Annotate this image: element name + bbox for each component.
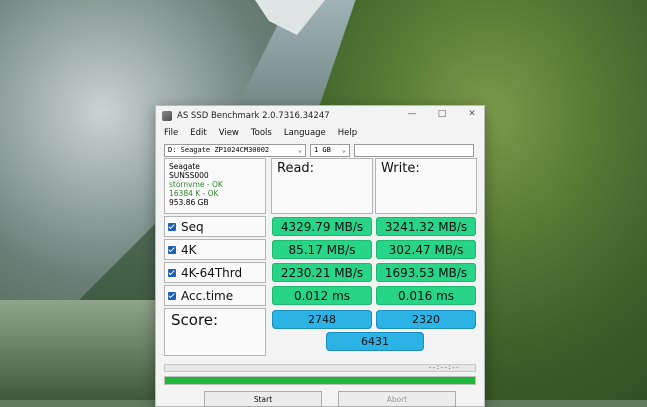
checkbox-checked-icon[interactable]: [168, 268, 176, 277]
test-label-cell[interactable]: Acc.time: [164, 285, 266, 306]
menu-file[interactable]: File: [164, 128, 178, 138]
drive-vendor: Seagate: [169, 162, 200, 171]
test-label-cell[interactable]: Seq: [164, 216, 266, 237]
menu-view[interactable]: View: [219, 128, 239, 138]
abort-button[interactable]: Abort: [338, 391, 456, 407]
app-icon: [162, 111, 172, 121]
test-row-seq: Seq 4329.79 MB/s 3241.32 MB/s: [164, 216, 476, 238]
read-result: 2230.21 MB/s: [272, 263, 372, 282]
test-name: 4K-64Thrd: [181, 265, 243, 280]
score-block: Score: 2748 2320 6431: [164, 308, 476, 356]
write-result: 1693.53 MB/s: [376, 263, 476, 282]
filter-input[interactable]: [354, 143, 474, 157]
write-score: 2320: [376, 310, 476, 329]
write-header: Write:: [375, 158, 477, 214]
score-label: Score:: [164, 308, 266, 356]
elapsed-time: --:--:--: [428, 363, 460, 371]
maximize-icon[interactable]: □: [436, 109, 448, 119]
as-ssd-window: AS SSD Benchmark 2.0.7316.34247 — □ ✕ Fi…: [155, 105, 485, 407]
alignment-status: 16384 K - OK: [169, 189, 219, 198]
test-row-4k-64thrd: 4K-64Thrd 2230.21 MB/s 1693.53 MB/s: [164, 262, 476, 284]
chevron-down-icon: ⌄: [297, 145, 302, 154]
checkbox-checked-icon[interactable]: [168, 222, 176, 231]
checkbox-checked-icon[interactable]: [168, 245, 176, 254]
write-result: 302.47 MB/s: [376, 240, 476, 259]
drive-capacity: 953.86 GB: [169, 198, 209, 207]
checkbox-checked-icon[interactable]: [168, 291, 176, 300]
drive-info-panel: Seagate SUNSS000 stornvme - OK 16384 K -…: [164, 158, 266, 214]
total-score: 6431: [326, 332, 424, 351]
read-result: 0.012 ms: [272, 286, 372, 305]
window-title: AS SSD Benchmark 2.0.7316.34247: [177, 111, 330, 121]
drive-select-value: D: Seagate ZP1024CM30002: [168, 146, 270, 154]
read-result: 85.17 MB/s: [272, 240, 372, 259]
write-result: 0.016 ms: [376, 286, 476, 305]
menu-help[interactable]: Help: [338, 128, 357, 138]
test-row-acc-time: Acc.time 0.012 ms 0.016 ms: [164, 285, 476, 307]
driver-status: stornvme - OK: [169, 180, 223, 189]
minimize-icon[interactable]: —: [406, 109, 418, 119]
read-result: 4329.79 MB/s: [272, 217, 372, 236]
test-name: 4K: [181, 242, 197, 257]
read-score: 2748: [272, 310, 372, 329]
drive-firmware: SUNSS000: [169, 171, 209, 180]
menu-edit[interactable]: Edit: [190, 128, 206, 138]
close-icon[interactable]: ✕: [466, 109, 478, 119]
start-button[interactable]: Start: [204, 391, 322, 407]
menu-bar: File Edit View Tools Language Help: [156, 126, 484, 140]
drive-select[interactable]: D: Seagate ZP1024CM30002 ⌄: [164, 143, 306, 157]
overall-progress-bar: [164, 376, 476, 385]
title-bar[interactable]: AS SSD Benchmark 2.0.7316.34247 — □ ✕: [156, 106, 484, 126]
size-select[interactable]: 1 GB ⌄: [310, 143, 350, 157]
selector-row: D: Seagate ZP1024CM30002 ⌄ 1 GB ⌄: [156, 142, 484, 158]
test-name: Seq: [181, 219, 204, 234]
menu-tools[interactable]: Tools: [251, 128, 272, 138]
size-select-value: 1 GB: [314, 146, 331, 154]
test-label-cell[interactable]: 4K-64Thrd: [164, 262, 266, 283]
chevron-down-icon: ⌄: [341, 145, 346, 154]
test-row-4k: 4K 85.17 MB/s 302.47 MB/s: [164, 239, 476, 261]
test-label-cell[interactable]: 4K: [164, 239, 266, 260]
menu-language[interactable]: Language: [284, 128, 326, 138]
overall-progress-fill: [165, 377, 475, 384]
test-name: Acc.time: [181, 288, 234, 303]
read-header: Read:: [271, 158, 373, 214]
write-result: 3241.32 MB/s: [376, 217, 476, 236]
